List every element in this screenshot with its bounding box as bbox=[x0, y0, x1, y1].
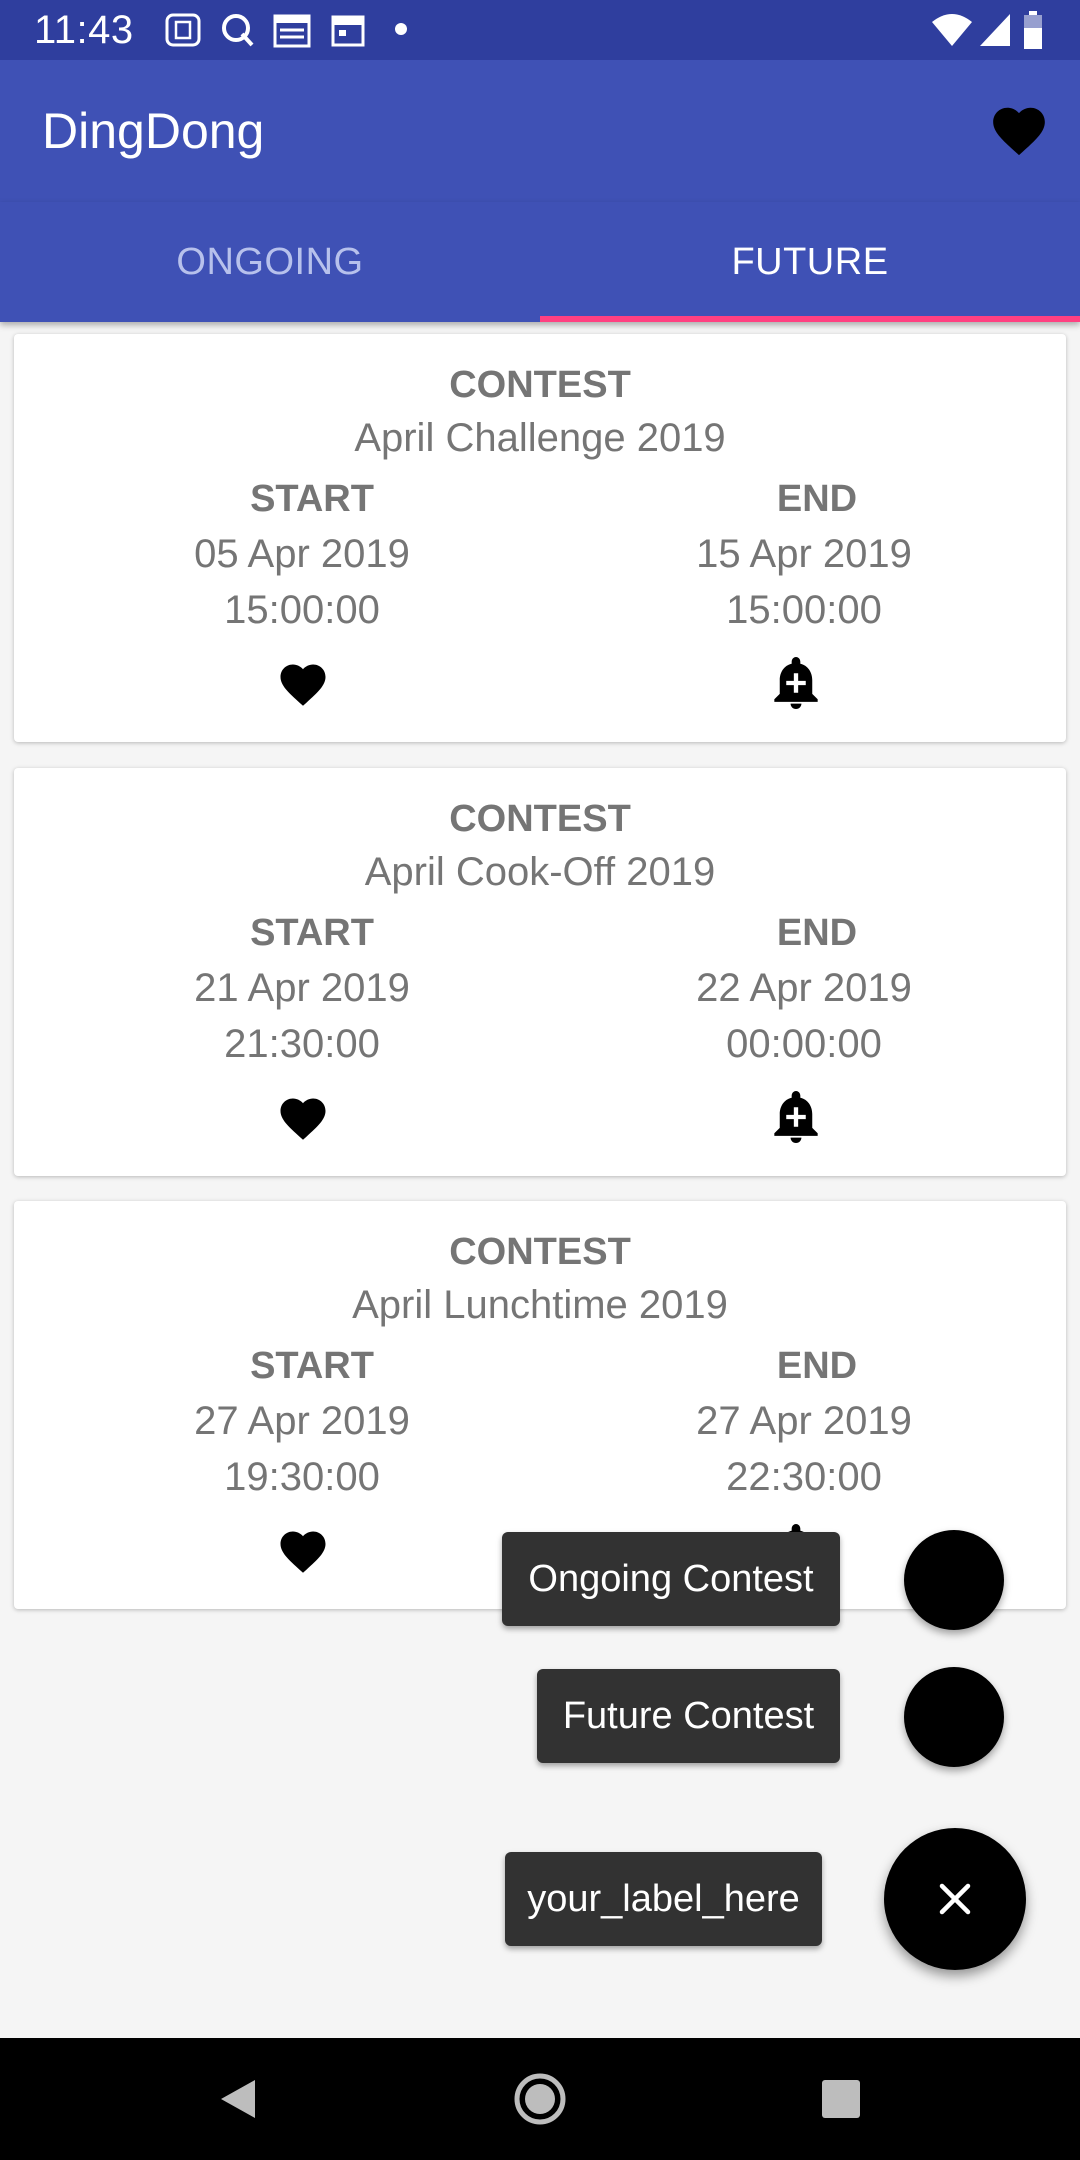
app-bar: DingDong bbox=[0, 60, 1080, 202]
contest-name: April Lunchtime 2019 bbox=[352, 1283, 728, 1327]
end-column: END 27 Apr 2019 22:30:00 bbox=[604, 1339, 1004, 1505]
future-contest-label[interactable]: Future Contest bbox=[537, 1669, 840, 1763]
recents-icon[interactable] bbox=[810, 2068, 872, 2130]
status-time: 11:43 bbox=[34, 8, 134, 52]
battery-icon bbox=[1024, 11, 1042, 49]
home-icon[interactable] bbox=[509, 2068, 571, 2130]
contest-name: April Cook-Off 2019 bbox=[364, 850, 716, 894]
end-date: 22 Apr 2019 bbox=[696, 966, 912, 1010]
search-q-icon bbox=[222, 14, 254, 47]
end-date: 15 Apr 2019 bbox=[696, 532, 912, 576]
end-column: END 15 Apr 2019 15:00:00 bbox=[604, 472, 1004, 638]
tab-future[interactable]: FUTURE bbox=[540, 202, 1080, 322]
start-time: 19:30:00 bbox=[224, 1455, 380, 1499]
start-time: 15:00:00 bbox=[224, 588, 380, 632]
end-time: 22:30:00 bbox=[726, 1455, 882, 1499]
add-alarm-bell-icon[interactable] bbox=[770, 1088, 822, 1146]
favorite-heart-icon[interactable] bbox=[276, 1096, 330, 1146]
end-column: END 22 Apr 2019 00:00:00 bbox=[604, 906, 1004, 1072]
start-label: START bbox=[250, 912, 374, 954]
start-date: 05 Apr 2019 bbox=[194, 532, 410, 576]
contest-card[interactable]: CONTEST April Cook-Off 2019 START 21 Apr… bbox=[14, 768, 1066, 1176]
start-time: 21:30:00 bbox=[224, 1022, 380, 1066]
start-column: START 05 Apr 2019 15:00:00 bbox=[102, 472, 502, 638]
future-contest-fab[interactable] bbox=[904, 1667, 1004, 1767]
dot-icon bbox=[395, 23, 407, 35]
start-column: START 21 Apr 2019 21:30:00 bbox=[102, 906, 502, 1072]
signal-icon bbox=[980, 14, 1010, 46]
end-time: 00:00:00 bbox=[726, 1022, 882, 1066]
start-date: 27 Apr 2019 bbox=[194, 1399, 410, 1443]
favorite-heart-icon[interactable] bbox=[276, 1529, 330, 1579]
end-label: END bbox=[776, 1345, 858, 1387]
ongoing-contest-fab[interactable] bbox=[904, 1530, 1004, 1630]
end-label: END bbox=[776, 912, 858, 954]
contest-card[interactable]: CONTEST April Challenge 2019 START 05 Ap… bbox=[14, 334, 1066, 742]
ongoing-contest-label[interactable]: Ongoing Contest bbox=[502, 1532, 840, 1626]
wifi-icon bbox=[932, 14, 972, 46]
close-icon bbox=[939, 1883, 971, 1915]
main-fab-button[interactable] bbox=[884, 1828, 1026, 1970]
tab-indicator bbox=[540, 316, 1080, 322]
favorite-heart-icon[interactable] bbox=[276, 662, 330, 712]
end-date: 27 Apr 2019 bbox=[696, 1399, 912, 1443]
add-alarm-bell-icon[interactable] bbox=[770, 654, 822, 712]
app-title: DingDong bbox=[42, 103, 265, 159]
navigation-bar bbox=[0, 2038, 1080, 2160]
back-icon[interactable] bbox=[207, 2068, 269, 2130]
news-icon bbox=[273, 14, 311, 48]
start-label: START bbox=[250, 1345, 374, 1387]
start-label: START bbox=[250, 478, 374, 520]
main-fab-label[interactable]: your_label_here bbox=[505, 1852, 822, 1946]
contest-label: CONTEST bbox=[449, 798, 631, 840]
start-date: 21 Apr 2019 bbox=[194, 966, 410, 1010]
contest-label: CONTEST bbox=[449, 364, 631, 406]
sim-icon bbox=[165, 13, 201, 47]
tab-bar: ONGOING FUTURE bbox=[0, 202, 1080, 322]
end-time: 15:00:00 bbox=[726, 588, 882, 632]
contest-name: April Challenge 2019 bbox=[354, 416, 726, 460]
contest-label: CONTEST bbox=[449, 1231, 631, 1273]
start-column: START 27 Apr 2019 19:30:00 bbox=[102, 1339, 502, 1505]
status-bar: 11:43 bbox=[0, 0, 1080, 60]
tab-ongoing[interactable]: ONGOING bbox=[0, 202, 540, 322]
heart-icon[interactable] bbox=[988, 100, 1050, 162]
calendar-icon bbox=[331, 15, 365, 47]
end-label: END bbox=[776, 478, 858, 520]
